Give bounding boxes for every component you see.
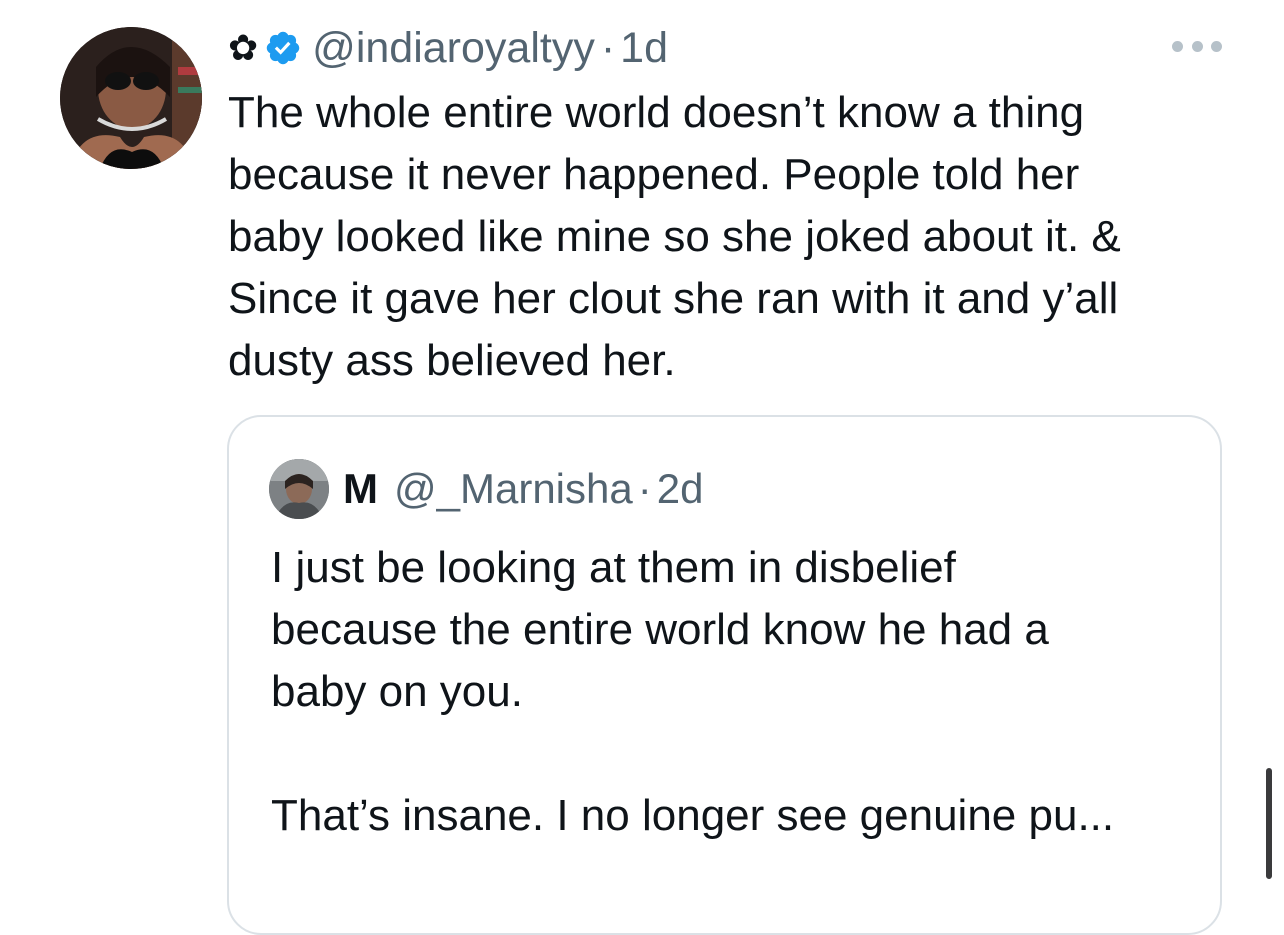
quote-display-name[interactable]: M [343, 465, 378, 513]
quote-header: M @_Marnisha · 2d [343, 461, 703, 517]
quote-timestamp[interactable]: 2d [657, 465, 704, 513]
more-dot [1211, 40, 1222, 52]
avatar[interactable] [60, 27, 202, 169]
separator-dot: · [600, 23, 616, 72]
profile-photo [60, 27, 202, 169]
flower-icon: ✿ [228, 27, 259, 68]
quote-profile-photo [269, 459, 329, 519]
more-dot [1172, 40, 1183, 52]
more-dot [1191, 40, 1203, 52]
tweet-header: ✿ @indiaroyaltyy · 1d [228, 22, 668, 74]
verified-badge-icon[interactable] [264, 29, 302, 67]
separator-dot: · [637, 465, 652, 512]
more-options-icon[interactable] [1172, 36, 1222, 56]
tweet-text: The whole entire world doesn’t know a th… [228, 88, 1121, 385]
scrollbar[interactable] [1266, 768, 1272, 879]
quoted-tweet-card[interactable]: M @_Marnisha · 2d I just be looking at t… [227, 415, 1222, 935]
quote-handle[interactable]: @_Marnisha [394, 465, 633, 513]
quote-text: I just be looking at them in disbelief b… [271, 543, 1115, 840]
tweet-handle[interactable]: @indiaroyaltyy [312, 24, 595, 73]
quote-avatar[interactable] [269, 459, 329, 519]
tweet-timestamp[interactable]: 1d [620, 24, 668, 73]
